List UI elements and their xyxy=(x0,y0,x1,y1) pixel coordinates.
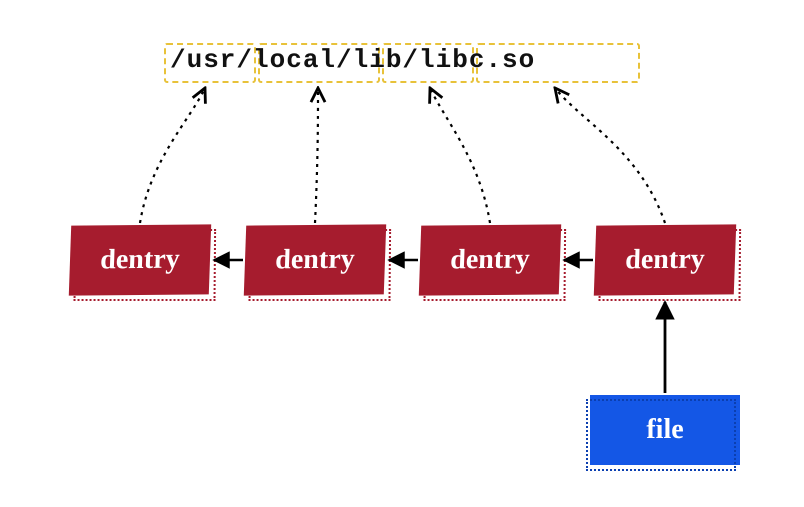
dentry-node: dentry xyxy=(244,224,386,295)
dentry-node: dentry xyxy=(69,224,211,295)
dentry-to-seg-arrow xyxy=(555,88,665,223)
dentry-label: dentry xyxy=(625,244,705,277)
diagram-canvas: /usr/local/lib/libc.so dentry dentry den… xyxy=(0,0,804,507)
dentry-node: dentry xyxy=(594,224,736,295)
dentry-to-seg-arrow xyxy=(315,88,318,223)
dentry-label: dentry xyxy=(450,244,530,277)
dentry-label: dentry xyxy=(100,244,180,277)
path-full-text: /usr/local/lib/libc.so xyxy=(170,45,535,75)
dentry-to-seg-arrow xyxy=(430,88,490,223)
dentry-label: dentry xyxy=(275,244,355,277)
file-node: file xyxy=(590,395,740,465)
dentry-to-seg-arrow xyxy=(140,88,205,223)
file-label: file xyxy=(646,414,683,446)
dentry-node: dentry xyxy=(419,224,561,295)
